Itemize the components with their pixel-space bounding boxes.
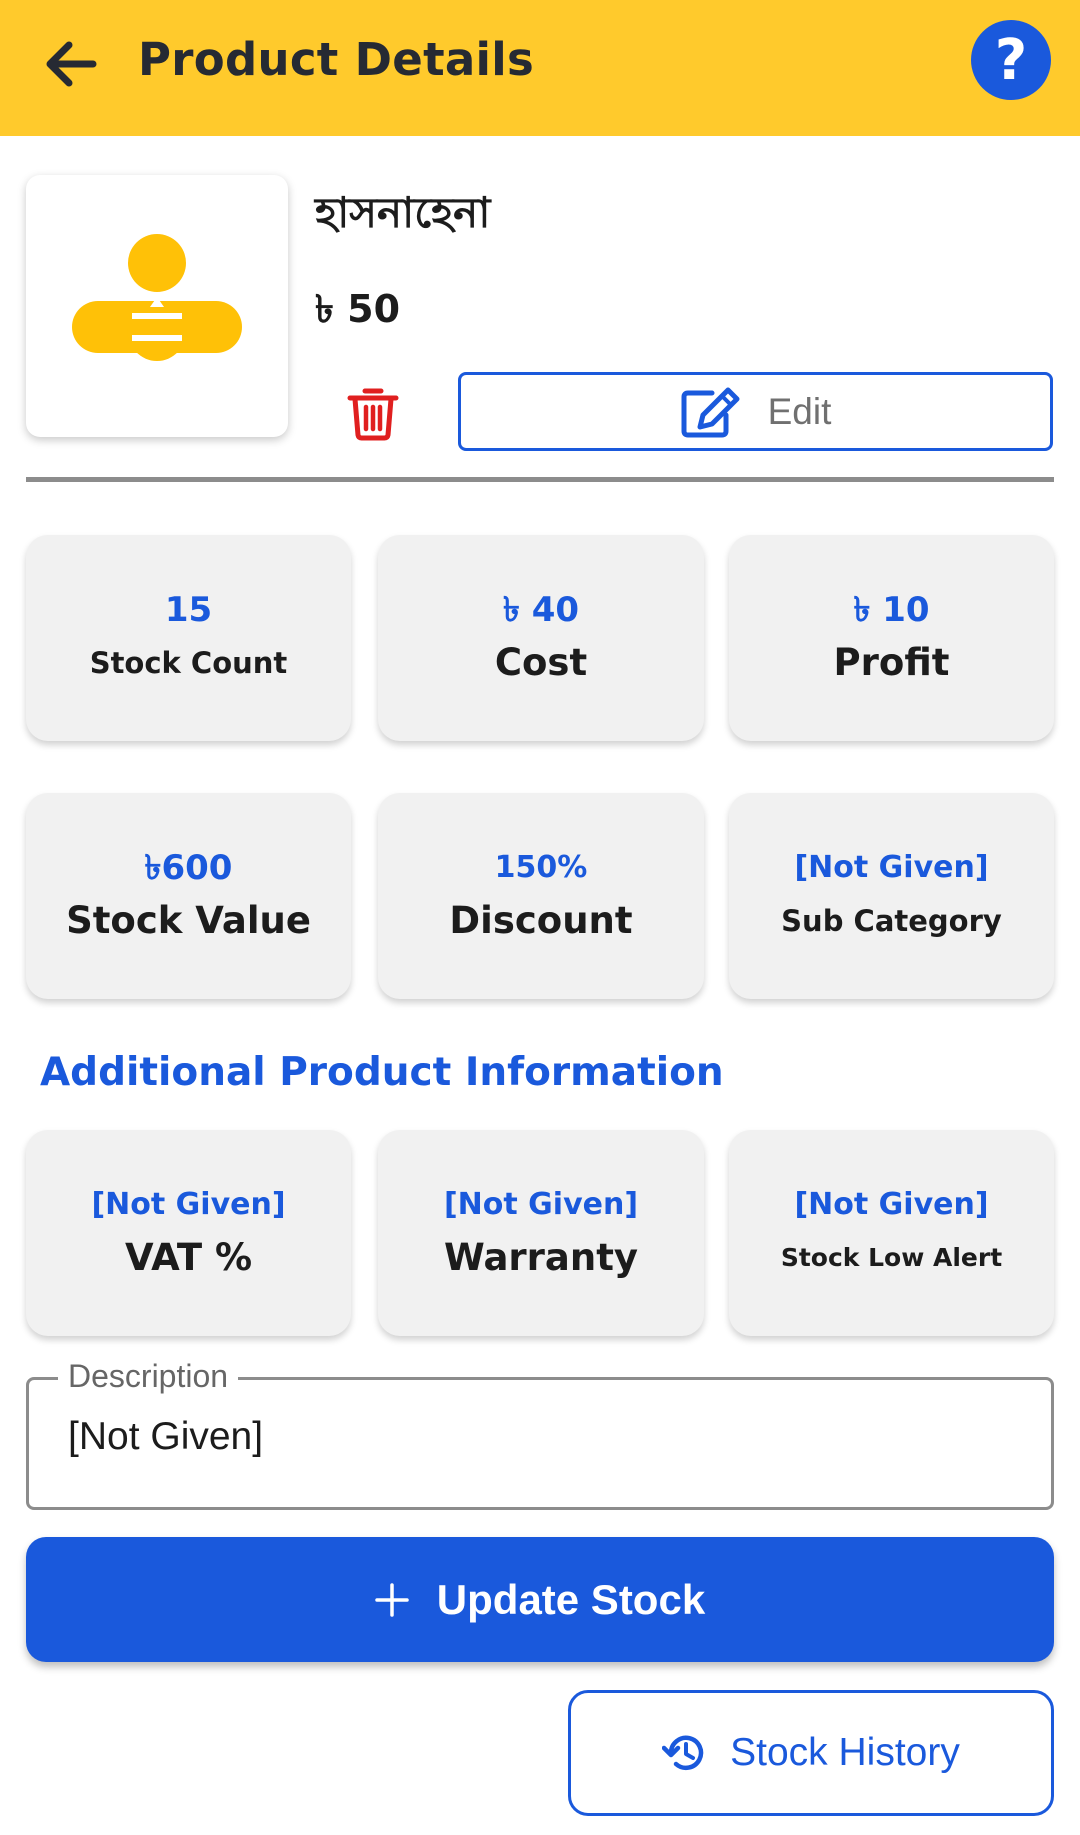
- edit-label: Edit: [767, 390, 832, 432]
- vat-card: [Not Given] VAT %: [26, 1130, 351, 1336]
- product-name: হাসনাহেনা: [315, 188, 491, 237]
- stock-history-button[interactable]: Stock History: [568, 1690, 1054, 1816]
- sub-category-label: Sub Category: [781, 904, 1002, 938]
- trash-icon: [347, 388, 399, 441]
- profit-label: Profit: [833, 641, 950, 684]
- product-logo-icon: [72, 234, 242, 361]
- sub-category-card: [Not Given] Sub Category: [729, 793, 1054, 999]
- product-price: ৳ 50: [315, 287, 401, 331]
- description-value: [Not Given]: [68, 1415, 264, 1458]
- stock-low-alert-card: [Not Given] Stock Low Alert: [729, 1130, 1054, 1336]
- stock-low-alert-value: [Not Given]: [794, 1187, 989, 1222]
- divider: [26, 477, 1054, 482]
- discount-value: 150%: [494, 850, 588, 885]
- back-button[interactable]: [30, 24, 110, 104]
- edit-button[interactable]: Edit: [458, 372, 1053, 451]
- help-button[interactable]: ?: [971, 20, 1051, 100]
- history-icon: [662, 1735, 704, 1770]
- product-image[interactable]: [26, 175, 288, 437]
- section-title-additional: Additional Product Information: [40, 1050, 724, 1095]
- vat-value: [Not Given]: [91, 1187, 286, 1222]
- stock-history-label: Stock History: [730, 1731, 960, 1774]
- warranty-card: [Not Given] Warranty: [378, 1130, 704, 1336]
- page-title: Product Details: [138, 33, 535, 86]
- cost-card: ৳ 40 Cost: [378, 535, 704, 741]
- profit-card: ৳ 10 Profit: [729, 535, 1054, 741]
- update-stock-label: Update Stock: [436, 1575, 706, 1623]
- cost-value: ৳ 40: [502, 590, 580, 630]
- description-label: Description: [58, 1358, 239, 1395]
- discount-card: 150% Discount: [378, 793, 704, 999]
- stock-value-card: ৳600 Stock Value: [26, 793, 351, 999]
- arrow-left-icon: [46, 41, 97, 87]
- stock-count-value: 15: [164, 590, 213, 630]
- plus-icon: [375, 1582, 409, 1617]
- delete-button[interactable]: [340, 380, 406, 446]
- update-stock-button[interactable]: Update Stock: [26, 1537, 1054, 1662]
- stock-count-card: 15 Stock Count: [26, 535, 351, 741]
- edit-icon: [681, 387, 740, 437]
- cost-label: Cost: [494, 641, 588, 684]
- warranty-label: Warranty: [443, 1236, 639, 1279]
- discount-label: Discount: [449, 899, 633, 942]
- stock-low-alert-label: Stock Low Alert: [780, 1243, 1003, 1272]
- warranty-value: [Not Given]: [443, 1187, 639, 1222]
- stock-count-label: Stock Count: [89, 646, 288, 680]
- sub-category-value: [Not Given]: [794, 850, 989, 885]
- stock-value-label: Stock Value: [66, 899, 311, 942]
- vat-label: VAT %: [124, 1236, 253, 1279]
- stock-value-value: ৳600: [144, 848, 233, 888]
- profit-value: ৳ 10: [853, 590, 930, 630]
